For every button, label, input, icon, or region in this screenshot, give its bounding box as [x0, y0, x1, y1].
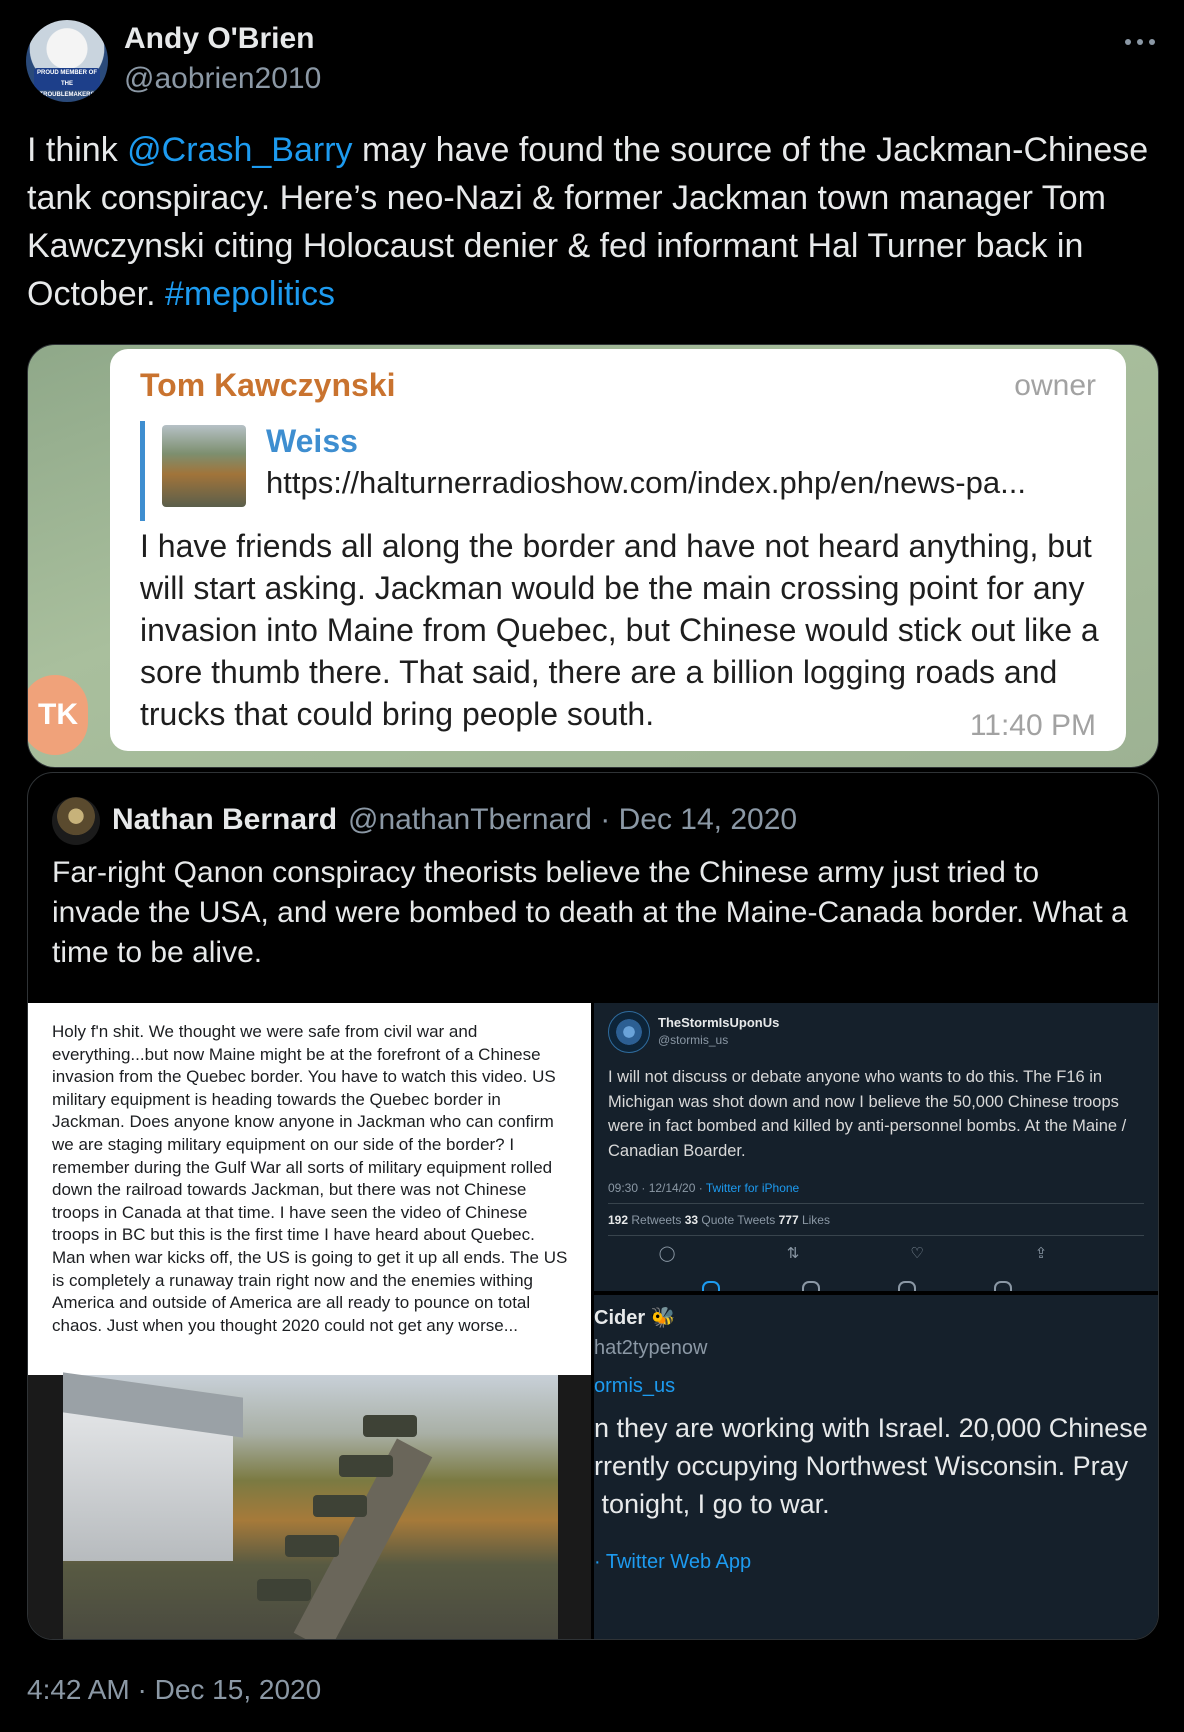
message-bubble: Tom Kawczynski owner Weiss https://haltu… — [110, 349, 1126, 751]
building-shape — [63, 1411, 233, 1561]
quotes-label: Quote Tweets — [698, 1213, 779, 1227]
facebook-post-screenshot: Holy f'n shit. We thought we were safe f… — [28, 1003, 591, 1375]
quoted-image-top-right[interactable]: TheStormIsUponUs @stormis_us I will not … — [594, 1003, 1158, 1291]
reply-author: Weiss — [266, 423, 358, 459]
reply-bar — [140, 421, 145, 521]
likes-label: Likes — [798, 1213, 830, 1227]
avatar-badge-text: PROUD MEMBER OF THE TROUBLEMAKERS UNION — [37, 70, 97, 98]
more-options-icon[interactable] — [1122, 30, 1158, 54]
sender-avatar: TK — [28, 675, 88, 755]
message-text: I have friends all along the border and … — [140, 528, 1099, 732]
quoted-image-bottom-right[interactable]: Cider 🐝 hat2typenow ormis_us n they are … — [594, 1295, 1158, 1639]
like-icon: ♡ — [910, 1245, 924, 1262]
telegram-screenshot-image[interactable]: Tom Kawczynski owner Weiss https://haltu… — [27, 344, 1159, 768]
storm-name: TheStormIsUponUs — [658, 1015, 780, 1030]
reply-icon: ◯ — [658, 1245, 676, 1262]
retweet-count: 192 — [608, 1213, 629, 1227]
storm-timestamp: 09:30 · 12/14/20 · Twitter for iPhone — [608, 1181, 799, 1195]
tank-shape — [339, 1455, 393, 1477]
share-icon: ⇪ — [1034, 1245, 1048, 1262]
tab-bar-partial — [594, 1277, 1158, 1291]
storm-avatar — [608, 1011, 650, 1053]
message-sender: Tom Kawczynski — [140, 367, 396, 403]
tweet-text-part: I think — [27, 131, 128, 169]
storm-stats: 192 Retweets 33 Quote Tweets 777 Likes — [608, 1213, 830, 1227]
cider-tweet-text: n they are working with Israel. 20,000 C… — [594, 1413, 1148, 1519]
quoted-tweet-text: Far-right Qanon conspiracy theorists bel… — [52, 856, 1128, 969]
message-time: 11:40 PM — [969, 709, 1096, 742]
tweet-timestamp[interactable]: 4:42 AM · Dec 15, 2020 — [27, 1674, 321, 1706]
divider — [608, 1235, 1144, 1236]
tank-shape — [285, 1535, 339, 1557]
tank-shape — [313, 1495, 367, 1517]
storm-handle: @stormis_us — [658, 1033, 729, 1047]
quoted-author-avatar — [52, 797, 100, 845]
owner-badge: owner — [1014, 369, 1096, 402]
quoted-image-left[interactable]: Holy f'n shit. We thought we were safe f… — [28, 1003, 591, 1639]
quoted-author-name: Nathan Bernard — [112, 803, 338, 836]
hashtag-link[interactable]: #mepolitics — [165, 275, 335, 313]
cider-handle: hat2typenow — [594, 1337, 708, 1359]
storm-source: Twitter for iPhone — [705, 1181, 800, 1195]
cider-reply-to: ormis_us — [594, 1375, 676, 1397]
divider — [608, 1203, 1144, 1204]
author-handle[interactable]: @aobrien2010 — [124, 62, 321, 96]
storm-time: 09:30 · 12/14/20 · — [608, 1181, 706, 1195]
retweets-label: Retweets — [628, 1213, 685, 1227]
author-display-name[interactable]: Andy O'Brien — [124, 22, 315, 56]
storm-tweet-text: I will not discuss or debate anyone who … — [608, 1068, 1127, 1160]
reply-thumbnail — [162, 425, 246, 507]
train-tanks-photo — [63, 1375, 558, 1639]
tweet-text: I think @Crash_Barry may have found the … — [27, 126, 1167, 318]
cider-name: Cider 🐝 — [594, 1307, 676, 1329]
mention-link[interactable]: @Crash_Barry — [127, 131, 352, 169]
like-count: 777 — [778, 1213, 799, 1227]
quoted-tweet[interactable]: Nathan Bernard @nathanTbernard · Dec 14,… — [27, 772, 1159, 1640]
tank-shape — [257, 1579, 311, 1601]
cider-source: · Twitter Web App — [594, 1551, 752, 1573]
retweet-icon: ⇅ — [786, 1245, 800, 1262]
quoted-author-meta: @nathanTbernard · Dec 14, 2020 — [348, 803, 798, 836]
tank-shape — [363, 1415, 417, 1437]
facebook-post-text: Holy f'n shit. We thought we were safe f… — [52, 1022, 568, 1335]
reply-url: https://halturnerradioshow.com/index.php… — [266, 465, 1026, 500]
author-avatar[interactable]: PROUD MEMBER OF THE TROUBLEMAKERS UNION — [26, 20, 108, 102]
quote-count: 33 — [684, 1213, 699, 1227]
